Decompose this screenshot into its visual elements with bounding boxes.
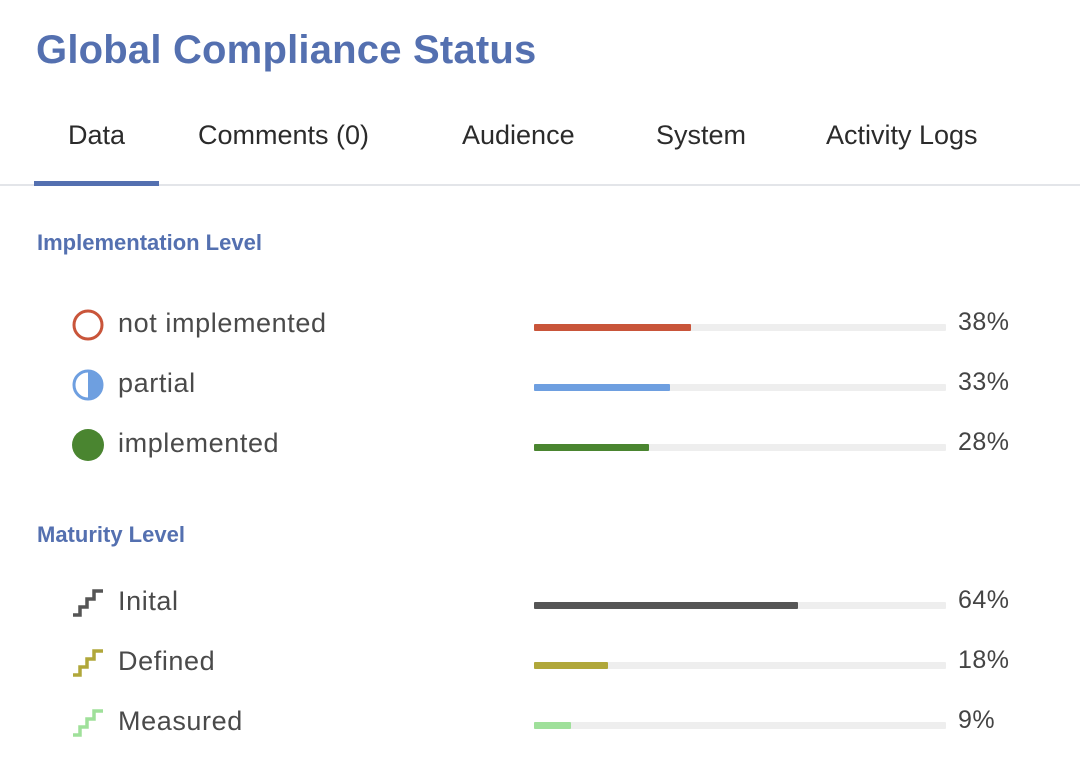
implementation-row-partial: partial 33% (70, 364, 1030, 404)
tab-data[interactable]: Data (33, 120, 160, 186)
empty-circle-icon (70, 307, 106, 343)
progress-fill (534, 384, 670, 391)
implementation-row-not-implemented: not implemented 38% (70, 304, 1030, 344)
maturity-label: Defined (118, 646, 216, 676)
maturity-level-heading: Maturity Level (37, 522, 185, 547)
maturity-label: Measured (118, 706, 243, 736)
progress-track (534, 662, 946, 669)
steps-icon (70, 705, 106, 741)
steps-icon (70, 585, 106, 621)
tab-activity-logs[interactable]: Activity Logs (826, 120, 978, 182)
tab-audience[interactable]: Audience (462, 120, 575, 182)
progress-fill (534, 602, 798, 609)
implementation-label: not implemented (118, 308, 327, 338)
filled-circle-icon (70, 427, 106, 463)
implementation-row-implemented: implemented 28% (70, 424, 1030, 464)
maturity-row-initial: Inital 64% (70, 582, 1030, 622)
progress-fill (534, 662, 609, 669)
tab-bar: Data Comments (0) Audience System Activi… (0, 106, 1080, 186)
page-title: Global Compliance Status (36, 28, 537, 72)
implementation-level-heading: Implementation Level (37, 230, 262, 255)
steps-icon (70, 645, 106, 681)
percentage-value: 18% (958, 646, 1010, 674)
percentage-value: 33% (958, 368, 1010, 396)
maturity-row-defined: Defined 18% (70, 642, 1030, 682)
progress-fill (534, 324, 691, 331)
maturity-row-measured: Measured 9% (70, 702, 1030, 742)
progress-fill (534, 444, 650, 451)
progress-track (534, 602, 946, 609)
progress-track (534, 722, 946, 729)
percentage-value: 38% (958, 308, 1010, 336)
percentage-value: 64% (958, 586, 1010, 614)
maturity-label: Inital (118, 586, 179, 616)
progress-fill (534, 722, 572, 729)
tab-comments[interactable]: Comments (0) (198, 120, 369, 182)
progress-track (534, 324, 946, 331)
tab-system[interactable]: System (656, 120, 746, 182)
progress-track (534, 444, 946, 451)
percentage-value: 9% (958, 706, 996, 734)
progress-track (534, 384, 946, 391)
half-circle-icon (70, 367, 106, 403)
percentage-value: 28% (958, 428, 1010, 456)
implementation-label: partial (118, 368, 196, 398)
implementation-label: implemented (118, 428, 280, 458)
